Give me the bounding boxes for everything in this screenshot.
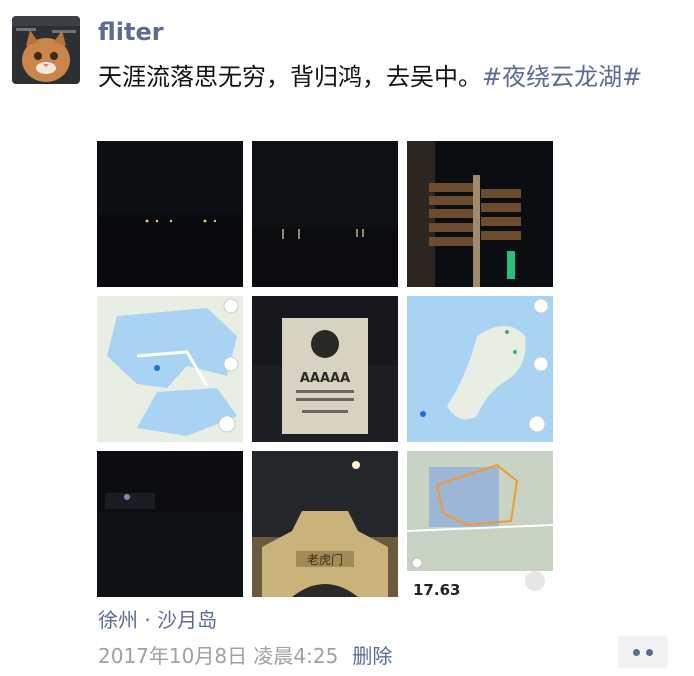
photo-grid: AAAAA 老虎门 17.63 bbox=[97, 141, 553, 597]
photo-night-gate-with-moon[interactable]: 老虎门 bbox=[252, 451, 398, 597]
post-content: 天涯流落思无穷，背归鸿，去吴中。#夜绕云龙湖# bbox=[98, 60, 678, 94]
photo-night-shore[interactable] bbox=[97, 451, 243, 597]
moments-post: fliter 天涯流落思无穷，背归鸿，去吴中。#夜绕云龙湖# AAAAA 老虎门… bbox=[0, 0, 694, 676]
post-text: 天涯流落思无穷，背归鸿，去吴中。 bbox=[98, 63, 482, 91]
gate-text: 老虎门 bbox=[307, 552, 343, 567]
delete-link[interactable]: 删除 bbox=[352, 644, 392, 668]
sign-text: AAAAA bbox=[300, 371, 350, 386]
photo-map-lake-island[interactable] bbox=[407, 296, 553, 442]
more-dots-icon bbox=[633, 648, 653, 656]
photo-map-lake-district[interactable] bbox=[97, 296, 243, 442]
hashtag-link[interactable]: #夜绕云龙湖# bbox=[482, 63, 642, 91]
username[interactable]: fliter bbox=[98, 18, 164, 46]
run-distance: 17.63 bbox=[413, 581, 460, 597]
more-button[interactable] bbox=[618, 636, 668, 668]
avatar[interactable] bbox=[12, 16, 80, 84]
photo-running-track-map[interactable]: 17.63 bbox=[407, 451, 553, 597]
photo-night-lake-lights[interactable] bbox=[97, 141, 243, 287]
photo-night-lake-reflection[interactable] bbox=[252, 141, 398, 287]
post-meta: 2017年10月8日 凌晨4:25 删除 bbox=[98, 640, 392, 669]
timestamp: 2017年10月8日 凌晨4:25 bbox=[98, 644, 339, 668]
location-tag[interactable]: 徐州 · 沙月岛 bbox=[98, 604, 217, 633]
photo-night-signpost[interactable] bbox=[407, 141, 553, 287]
photo-scenic-sign[interactable]: AAAAA bbox=[252, 296, 398, 442]
